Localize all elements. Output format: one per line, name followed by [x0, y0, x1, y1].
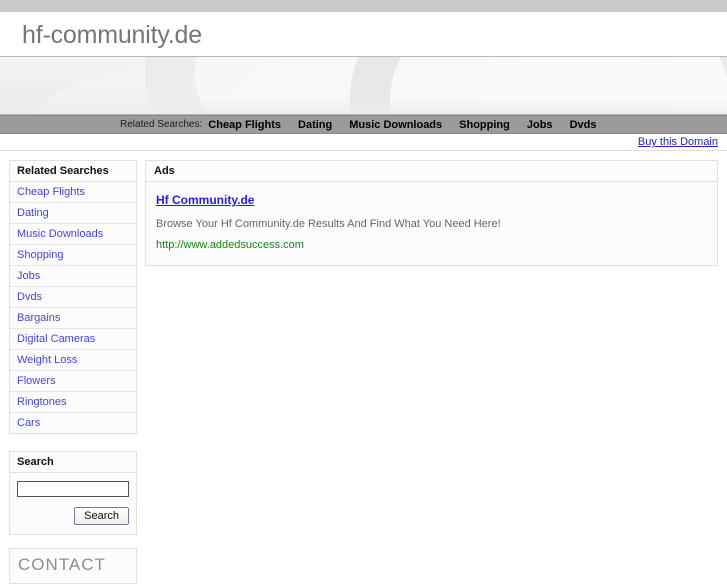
search-input[interactable]: [17, 481, 129, 497]
search-body: Search: [10, 473, 136, 534]
sidebar-item-cheap-flights[interactable]: Cheap Flights: [10, 182, 136, 203]
sidebar-item-cars[interactable]: Cars: [10, 413, 136, 433]
nav-item-music-downloads[interactable]: Music Downloads: [349, 119, 442, 131]
contact-heading: CONTACT: [18, 555, 106, 574]
ad-title-link[interactable]: Hf Community.de: [156, 193, 254, 207]
nav-item-jobs[interactable]: Jobs: [527, 119, 553, 131]
sidebar-item-ringtones[interactable]: Ringtones: [10, 392, 136, 413]
sidebar-item-jobs[interactable]: Jobs: [10, 266, 136, 287]
page-content: Related Searches Cheap Flights Dating Mu…: [0, 151, 727, 584]
title-band: hf-community.de: [0, 12, 727, 57]
sidebar-item-music-downloads[interactable]: Music Downloads: [10, 224, 136, 245]
sidebar-item-bargains[interactable]: Bargains: [10, 308, 136, 329]
sidebar-item-flowers[interactable]: Flowers: [10, 371, 136, 392]
ads-heading: Ads: [146, 161, 717, 182]
related-searches-heading: Related Searches: [10, 161, 136, 182]
contact-panel: CONTACT: [9, 548, 137, 584]
top-strip: [0, 0, 727, 12]
nav-item-cheap-flights[interactable]: Cheap Flights: [208, 119, 281, 131]
search-heading: Search: [10, 452, 136, 473]
banner-sheen: [0, 98, 727, 114]
page-title: hf-community.de: [22, 21, 202, 49]
related-searches-panel: Related Searches Cheap Flights Dating Mu…: [9, 160, 137, 434]
sidebar-item-weight-loss[interactable]: Weight Loss: [10, 350, 136, 371]
buy-this-domain-link[interactable]: Buy this Domain: [638, 136, 718, 148]
ad-display-url[interactable]: http://www.addedsuccess.com: [156, 239, 304, 251]
search-button[interactable]: Search: [74, 507, 129, 525]
nav-item-shopping[interactable]: Shopping: [459, 119, 510, 131]
sidebar-item-digital-cameras[interactable]: Digital Cameras: [10, 329, 136, 350]
related-searches-navbar: Related Searches: Cheap Flights Dating M…: [0, 115, 727, 134]
main-column: Ads Hf Community.de Browse Your Hf Commu…: [145, 160, 718, 266]
related-searches-label: Related Searches:: [120, 119, 203, 130]
nav-item-dvds[interactable]: Dvds: [570, 119, 597, 131]
ad-item: Hf Community.de Browse Your Hf Community…: [146, 182, 717, 265]
search-panel: Search Search: [9, 451, 137, 535]
sidebar-item-dvds[interactable]: Dvds: [10, 287, 136, 308]
sidebar-item-shopping[interactable]: Shopping: [10, 245, 136, 266]
buy-domain-row: Buy this Domain: [0, 134, 727, 151]
nav-item-dating[interactable]: Dating: [298, 119, 332, 131]
search-button-row: Search: [17, 507, 129, 525]
sidebar: Related Searches Cheap Flights Dating Mu…: [9, 160, 137, 584]
ad-description: Browse Your Hf Community.de Results And …: [156, 218, 501, 230]
sidebar-item-dating[interactable]: Dating: [10, 203, 136, 224]
ads-panel: Ads Hf Community.de Browse Your Hf Commu…: [145, 160, 718, 266]
banner-graphic: [0, 57, 727, 115]
